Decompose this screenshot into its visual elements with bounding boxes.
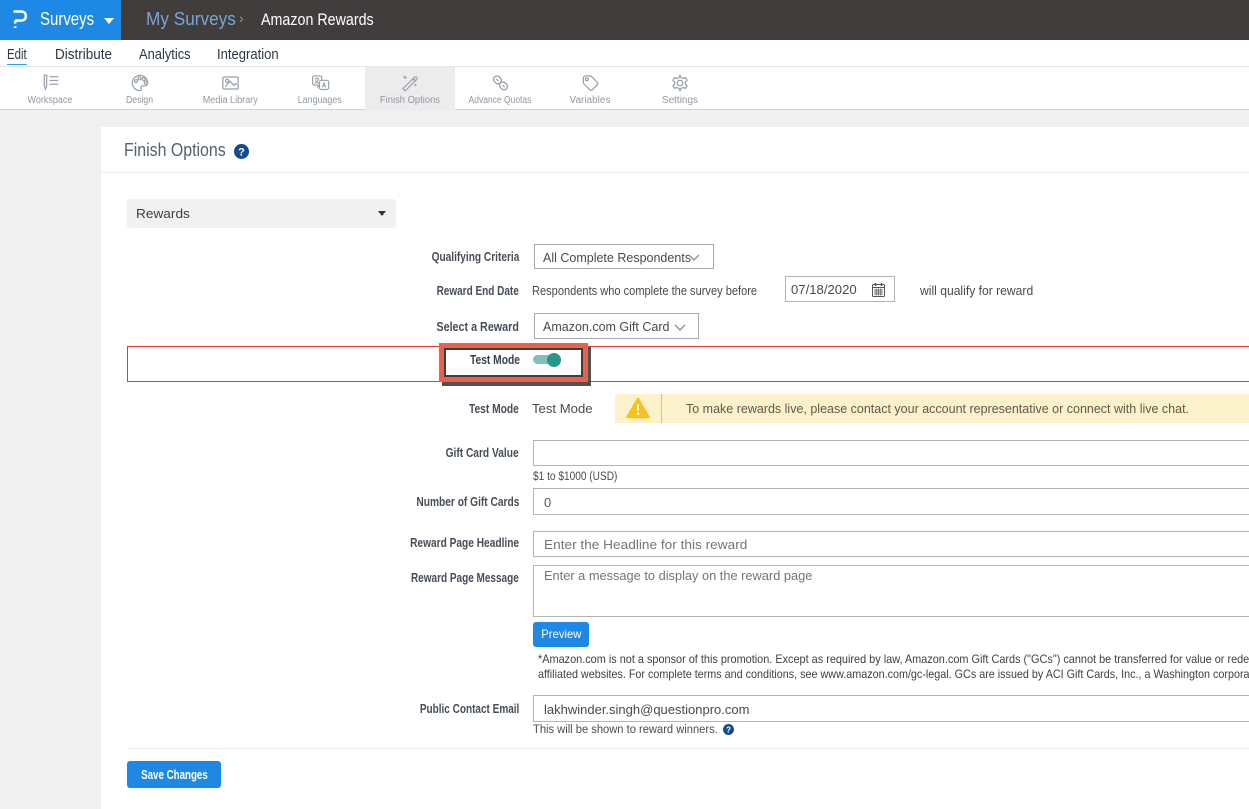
- svg-text:?: ?: [726, 725, 731, 734]
- svg-text:?: ?: [238, 146, 245, 158]
